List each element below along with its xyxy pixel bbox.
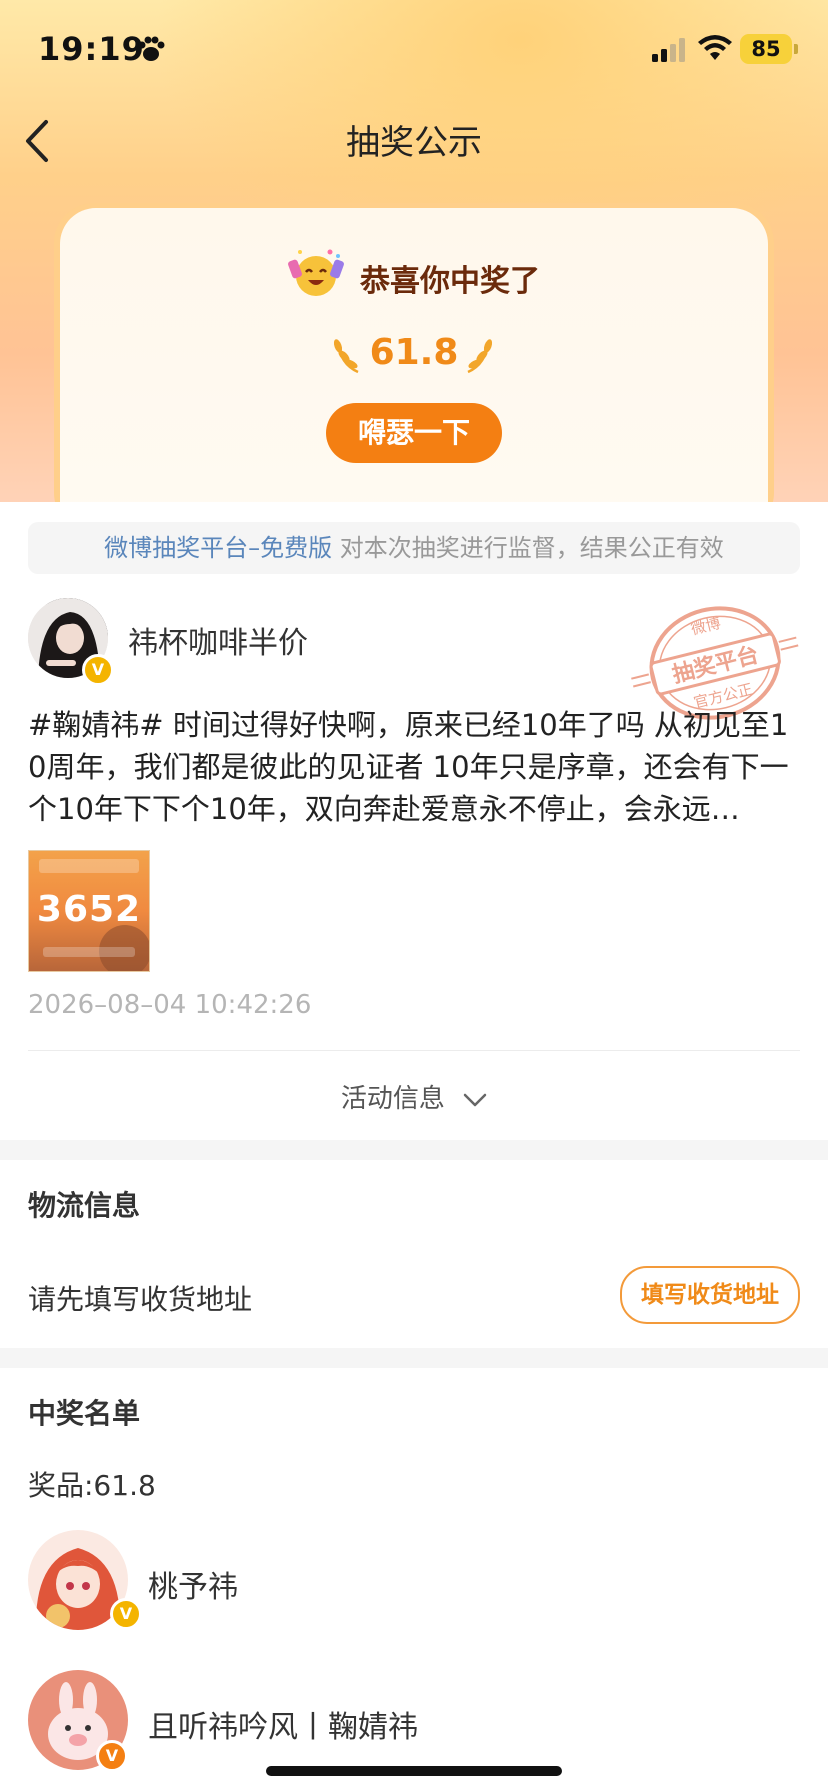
battery-indicator: 85 bbox=[740, 34, 792, 64]
winner-name[interactable]: 桃予祎 bbox=[148, 1562, 238, 1606]
verified-badge-icon: V bbox=[96, 1740, 128, 1772]
divider bbox=[28, 1050, 800, 1051]
section-gap bbox=[0, 1348, 828, 1368]
verified-badge-icon: V bbox=[110, 1598, 142, 1630]
platform-link[interactable]: 微博抽奖平台–免费版 bbox=[104, 534, 332, 562]
activity-info-label: 活动信息 bbox=[340, 1084, 445, 1114]
post-timestamp: 2026–08–04 10:42:26 bbox=[28, 990, 312, 1020]
fill-address-button[interactable]: 填写收货地址 bbox=[620, 1266, 800, 1324]
platform-notice: 微博抽奖平台–免费版 对本次抽奖进行监督，结果公正有效 bbox=[28, 522, 800, 574]
stamp-top-text: 微博 bbox=[689, 614, 722, 639]
battery-cap bbox=[794, 44, 798, 54]
activity-info-toggle[interactable]: 活动信息 bbox=[0, 1078, 828, 1115]
post-image[interactable]: 3652 bbox=[28, 850, 150, 972]
prize-label: 奖品:61.8 bbox=[28, 1469, 156, 1502]
notice-text: 对本次抽奖进行监督，结果公正有效 bbox=[332, 534, 724, 562]
home-indicator[interactable] bbox=[266, 1766, 562, 1776]
show-off-button[interactable]: 嘚瑟一下 bbox=[326, 403, 502, 463]
page-title: 抽奖公示 bbox=[346, 123, 482, 163]
poster-name[interactable]: 祎杯咖啡半价 bbox=[128, 618, 308, 662]
congrats-text: 恭喜你中奖了 bbox=[360, 264, 540, 299]
paw-icon bbox=[138, 36, 165, 61]
celebration-emoji-icon bbox=[288, 249, 344, 296]
post-text[interactable]: #鞠婧祎# 时间过得好快啊，原来已经10年了吗 从初见至10周年，我们都是彼此的… bbox=[28, 704, 800, 830]
signal-icon bbox=[652, 38, 685, 62]
chevron-down-icon bbox=[463, 1093, 487, 1106]
verified-badge-icon: V bbox=[82, 654, 114, 686]
wifi-icon bbox=[698, 35, 732, 60]
logistics-title: 物流信息 bbox=[28, 1189, 141, 1222]
status-time: 19:19 bbox=[38, 30, 145, 68]
winner-name[interactable]: 且听祎吟风丨鞠婧祎 bbox=[148, 1702, 418, 1746]
logistics-hint: 请先填写收货地址 bbox=[28, 1283, 253, 1316]
battery-level: 85 bbox=[751, 37, 781, 61]
laurel-left-icon bbox=[333, 339, 359, 374]
section-gap bbox=[0, 1140, 828, 1160]
prize-amount: 61.8 bbox=[369, 332, 459, 373]
winners-title: 中奖名单 bbox=[28, 1397, 141, 1430]
post-image-number: 3652 bbox=[36, 889, 142, 930]
laurel-right-icon bbox=[467, 339, 493, 374]
